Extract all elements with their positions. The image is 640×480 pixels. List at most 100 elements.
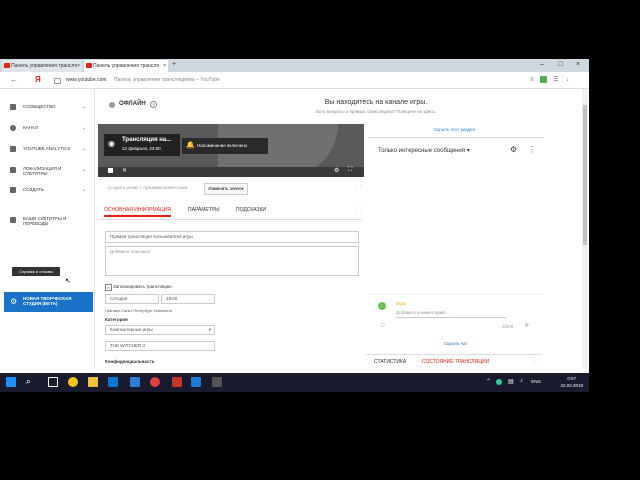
send-icon[interactable]: ➤ <box>524 321 530 329</box>
dropdown-arrow-icon: ▾ <box>208 327 211 332</box>
sidebar-item-subtitles[interactable]: ВАШИ СУБТИТРЫ И ПЕРЕВОДЫ <box>10 214 90 226</box>
clock-time: 0:57 <box>567 376 577 381</box>
close-tab-icon[interactable]: × <box>163 60 166 72</box>
extension-icon[interactable] <box>540 76 547 83</box>
url-page-title: Панель управления трансляциями – YouTube <box>113 77 220 83</box>
schedule-checkbox[interactable]: ✓ <box>105 284 112 291</box>
mail-icon[interactable] <box>130 377 140 387</box>
url-field[interactable]: www.youtube.com Панель управления трансл… <box>66 74 220 86</box>
drag-handle-icon[interactable]: ⋮⋮ <box>354 184 363 190</box>
tab-parameters[interactable]: ПАРАМЕТРЫ <box>188 207 220 213</box>
hide-chat-link[interactable]: Скрыть чат <box>444 341 467 346</box>
chat-filter-select[interactable]: Только интересные сообщения ▾ <box>378 147 470 154</box>
windows-start-icon[interactable] <box>6 377 16 387</box>
translate-icon <box>10 167 16 173</box>
title-field[interactable]: Прямая трансляция пользователя игры <box>105 231 359 243</box>
schedule-label: Запланировать трансляцию <box>113 284 172 289</box>
tab-basic-info[interactable]: ОСНОВНАЯ ИНФОРМАЦИЯ <box>104 207 171 217</box>
reading-list-icon[interactable]: ≡ <box>530 74 534 86</box>
desktop-screen: Панель управления трансля × Панель управ… <box>0 59 589 392</box>
category-select[interactable]: Компьютерные игры ▾ <box>105 325 215 335</box>
info-tabs: ОСНОВНАЯ ИНФОРМАЦИЯ ПАРАМЕТРЫ ПОДСКАЗКИ … <box>98 207 363 220</box>
page-scrollbar[interactable] <box>582 89 588 369</box>
help-icon[interactable]: ? <box>150 101 157 108</box>
fullscreen-icon[interactable]: ⛶ <box>348 167 352 174</box>
timezone-text[interactable]: Гринвич Санкт-Петербург, Изменить <box>105 308 172 313</box>
yandex-logo[interactable]: Я <box>35 74 41 86</box>
browser-tab-active[interactable]: Панель управления трансля × <box>84 60 168 72</box>
subtitles-icon <box>10 217 16 223</box>
tab-hints[interactable]: ПОДСКАЗКИ <box>236 207 266 213</box>
system-clock[interactable]: 0:57 22.02.2018 <box>560 375 583 389</box>
back-arrow-icon[interactable]: ← <box>10 74 18 86</box>
studio-beta-label: НОВАЯ ТВОРЧЕСКАЯ СТУДИЯ (БЕТА) <box>23 296 72 306</box>
live-dashboard: ОФЛАЙН ? Вы находитесь на канале игры. Е… <box>96 89 589 369</box>
tab-statistics[interactable]: СТАТИСТИКА <box>374 359 406 365</box>
stream-title: Трансляция на... <box>122 137 172 143</box>
game-field[interactable]: THE WITCHER 3 <box>105 341 215 351</box>
new-tab-icon[interactable]: + <box>172 59 176 71</box>
store-icon[interactable] <box>108 377 118 387</box>
studio-sidebar: СООБЩЕСТВО ⌄ КАНАЛ ⌄ YOUTUBE ANALYTICS ⌄… <box>0 89 95 369</box>
sidebar-item-channel[interactable]: КАНАЛ ⌄ <box>10 122 90 134</box>
comment-input[interactable]: Добавить комментарий... <box>396 310 449 315</box>
app-icon[interactable] <box>212 377 222 387</box>
active-browser-icon[interactable] <box>191 377 201 387</box>
tab-stream-status[interactable]: СОСТОЯНИЕ ТРАНСЛЯЦИИ <box>422 359 489 365</box>
date-field[interactable]: Сегодня <box>105 294 159 304</box>
close-tab-icon[interactable]: × <box>77 60 80 72</box>
maximize-icon[interactable]: □ <box>558 59 562 71</box>
more-icon[interactable]: ⋮ <box>528 145 536 154</box>
change-thumbnail-button[interactable]: Изменить значок <box>204 183 248 195</box>
volume-icon[interactable]: ♪ <box>520 378 523 384</box>
mute-icon[interactable]: ✕ <box>122 167 127 174</box>
search-icon[interactable]: ⌕ <box>26 376 31 387</box>
sidebar-item-create[interactable]: СОЗДАТЬ ⌄ <box>10 184 90 196</box>
emoji-icon[interactable]: ☺ <box>379 322 386 329</box>
category-value: Компьютерные игры <box>110 327 153 332</box>
browser-tab[interactable]: Панель управления трансля × <box>2 60 82 72</box>
browser-tab-label: Панель управления трансля <box>11 63 78 69</box>
new-studio-beta-button[interactable]: ⚙ НОВАЯ ТВОРЧЕСКАЯ СТУДИЯ (БЕТА) <box>4 292 93 312</box>
sidebar-item-community[interactable]: СООБЩЕСТВО ⌄ <box>10 101 90 113</box>
download-icon[interactable]: ↓ <box>566 74 569 86</box>
stop-icon[interactable] <box>108 168 113 173</box>
live-broadcast-icon: ◉ <box>108 139 115 148</box>
app-icon[interactable] <box>150 377 160 387</box>
network-icon[interactable]: ▤ <box>508 378 514 385</box>
scrollbar-thumb[interactable] <box>583 105 587 245</box>
minimize-icon[interactable]: – <box>540 59 544 71</box>
bell-icon: 🔔 <box>186 142 195 149</box>
community-icon <box>10 104 16 110</box>
sidebar-item-analytics[interactable]: YOUTUBE ANALYTICS ⌄ <box>10 143 90 155</box>
file-explorer-icon[interactable] <box>88 377 98 387</box>
hide-section-link[interactable]: Скрыть этот раздел <box>434 127 475 132</box>
url-host: www.youtube.com <box>66 77 107 83</box>
drag-handle-icon[interactable]: ⋮⋮ <box>532 358 541 364</box>
char-count: 0/200 <box>502 324 514 329</box>
sidebar-item-label: СОЗДАТЬ <box>23 187 44 192</box>
clock-date: 22.02.2018 <box>560 383 583 388</box>
reminder-button[interactable]: 🔔 Напоминание включено <box>182 138 268 154</box>
sidebar-item-label: ЛОКАЛИЗАЦИЯ И СУБТИТРЫ <box>23 166 62 176</box>
time-field[interactable]: 19:00 <box>161 294 215 304</box>
description-field[interactable]: Добавьте описание <box>105 246 359 276</box>
tray-arrow-icon[interactable]: ⌃ <box>486 378 491 385</box>
browser-app-icon[interactable] <box>68 377 78 387</box>
tray-app-icon[interactable] <box>496 379 502 385</box>
chat-settings-icon[interactable]: ⚙ <box>510 145 517 154</box>
menu-icon[interactable]: ☰ <box>553 74 558 86</box>
language-indicator[interactable]: ENG <box>531 379 541 384</box>
browser-tab-strip: Панель управления трансля × Панель управ… <box>0 59 589 72</box>
settings-icon[interactable]: ⚙ <box>334 167 339 174</box>
task-view-icon[interactable] <box>48 377 58 387</box>
sidebar-item-localization[interactable]: ЛОКАЛИЗАЦИЯ И СУБТИТРЫ ⌄ <box>10 164 90 176</box>
channel-icon <box>10 125 16 131</box>
analytics-icon <box>10 146 16 152</box>
stream-preview[interactable]: ◉ Трансляция на... 22 февраля, 23:00 🔔 Н… <box>98 124 364 177</box>
drag-handle-icon[interactable]: ⋮⋮ <box>354 207 363 213</box>
offline-status-label: ОФЛАЙН <box>119 101 146 107</box>
recorder-icon[interactable] <box>172 377 182 387</box>
bottom-tabs: СТАТИСТИКА СОСТОЯНИЕ ТРАНСЛЯЦИИ ⋮⋮ <box>366 354 542 367</box>
close-window-icon[interactable]: × <box>576 59 580 71</box>
